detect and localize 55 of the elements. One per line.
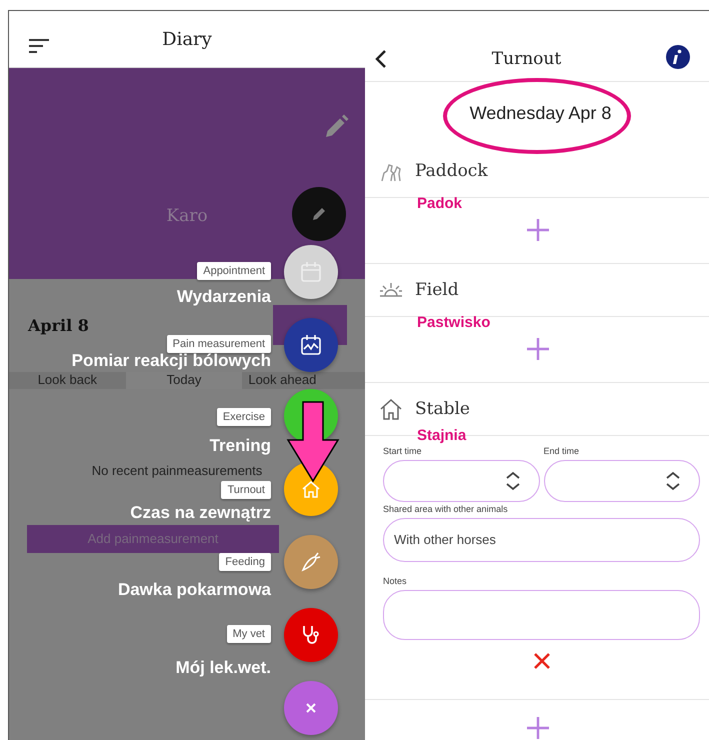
empty-message: No recent painmeasurements — [90, 463, 264, 478]
end-time-field[interactable] — [544, 460, 700, 502]
stethoscope-icon — [301, 624, 321, 646]
translation-note: Czas na zewnątrz — [130, 503, 271, 523]
date-heading: April 8 — [28, 316, 89, 335]
tab[interactable]: Look ahead — [242, 372, 366, 389]
date-label: Wednesday Apr 8 — [470, 102, 612, 124]
section-title: Stable — [415, 398, 470, 419]
add-icon[interactable] — [526, 218, 550, 242]
screen-title: Diary — [162, 28, 212, 50]
menu-icon[interactable] — [29, 39, 49, 53]
notes-field[interactable] — [383, 590, 700, 640]
action-label: Turnout — [221, 481, 271, 499]
info-icon[interactable] — [666, 44, 690, 69]
field-label: Start time — [383, 446, 423, 456]
add-icon[interactable] — [526, 716, 550, 740]
action-label: Pain measurement — [166, 335, 271, 353]
translation-note: Dawka pokarmowa — [118, 580, 271, 600]
translation-note: Trening — [210, 436, 271, 456]
action-label: My vet — [226, 625, 271, 643]
start-time-field[interactable] — [383, 460, 540, 502]
sunrise-icon — [379, 282, 403, 298]
back-icon[interactable] — [375, 48, 387, 69]
tab[interactable]: Look back — [9, 372, 126, 389]
translation-note: Wydarzenia — [176, 287, 271, 307]
translation-note: Pastwisko — [417, 314, 492, 331]
translation-note: Padok — [417, 196, 464, 212]
action-fab[interactable] — [284, 245, 338, 299]
house-icon — [379, 396, 403, 421]
horse-name: Karo — [166, 206, 208, 228]
field-label: Shared area with other animals — [383, 504, 509, 514]
chevron-up-down-icon — [665, 470, 681, 491]
translation-note: Stajnia — [417, 428, 468, 444]
translation-note: Mój lek.wet. — [176, 658, 271, 678]
action-label: Feeding — [219, 553, 271, 571]
action-fab[interactable] — [284, 318, 338, 372]
close-icon — [306, 703, 316, 713]
translation-note: Pomiar reakcji bólowych — [72, 351, 271, 371]
section-title: Field — [415, 280, 459, 300]
house-icon — [301, 479, 321, 499]
pencil-icon — [311, 206, 327, 222]
calendar-icon — [300, 261, 322, 283]
chevron-up-down-icon — [504, 470, 520, 491]
action-label: Appointment — [197, 262, 271, 280]
section-title: Paddock — [415, 160, 488, 181]
field-label: End time — [544, 446, 580, 456]
pencil-icon[interactable] — [323, 114, 349, 140]
shared-area-field[interactable]: With other horses — [383, 518, 700, 562]
delete-icon[interactable] — [532, 652, 550, 670]
screen-title: Turnout — [492, 48, 562, 69]
action-label: Exercise — [216, 408, 271, 426]
calendar-chart-icon — [300, 334, 322, 356]
field-label: Notes — [383, 576, 408, 586]
action-fab[interactable] — [284, 462, 338, 516]
add-icon[interactable] — [526, 336, 550, 361]
